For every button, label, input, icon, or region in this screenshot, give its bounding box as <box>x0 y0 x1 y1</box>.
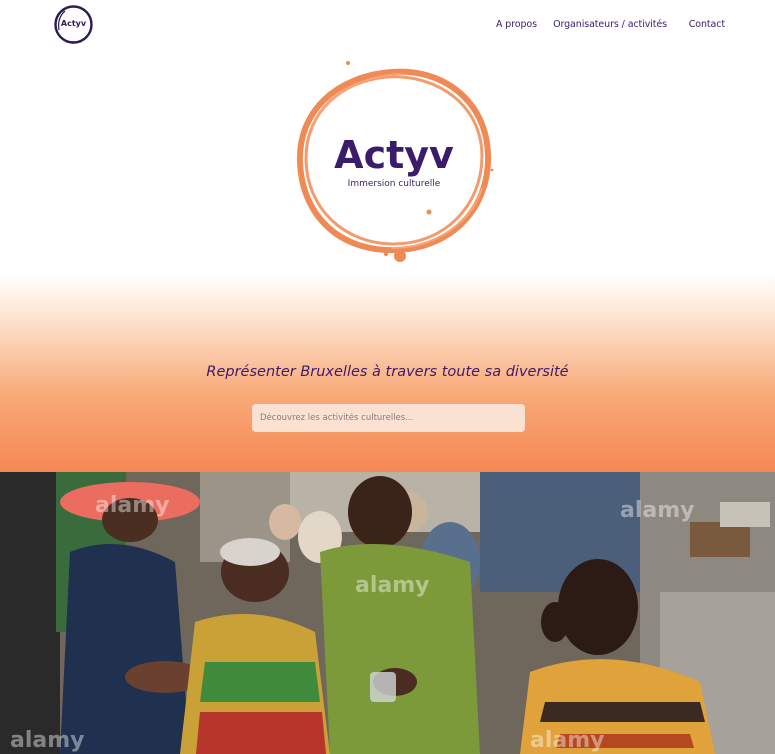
photo-watermark: alamy <box>95 493 170 518</box>
photo-watermark: alamy <box>620 498 695 523</box>
photo-watermark: alamy <box>355 573 430 598</box>
photo-watermark: alamy <box>530 728 605 753</box>
brand-logo-icon: Actyv Immersion culturelle <box>296 61 494 262</box>
nav-link-contact[interactable]: Contact <box>689 19 725 30</box>
hero-logo: Actyv Immersion culturelle <box>292 58 497 266</box>
nav-logo-link[interactable]: Actyv <box>53 4 94 45</box>
hero-photo: alamy alamy alamy alamy alamy <box>0 472 775 754</box>
hero-logo-title: Actyv <box>334 133 454 177</box>
nav-link-about[interactable]: A propos <box>496 19 537 30</box>
nav-logo-text: Actyv <box>61 19 87 28</box>
hero-logo-subtitle: Immersion culturelle <box>348 179 441 189</box>
activity-search-input[interactable] <box>252 404 525 432</box>
street-festival-photo: alamy alamy alamy alamy alamy <box>0 472 775 754</box>
photo-watermark: alamy <box>10 728 85 753</box>
hero-tagline: Représenter Bruxelles à travers toute sa… <box>206 364 569 380</box>
top-navigation: Actyv A propos Organisateurs / activités… <box>0 0 775 52</box>
hero-section: Actyv Immersion culturelle Représenter B… <box>0 52 775 472</box>
nav-link-organizers-activities[interactable]: Organisateurs / activités <box>553 19 667 30</box>
nav-logo-icon: Actyv <box>54 5 93 44</box>
